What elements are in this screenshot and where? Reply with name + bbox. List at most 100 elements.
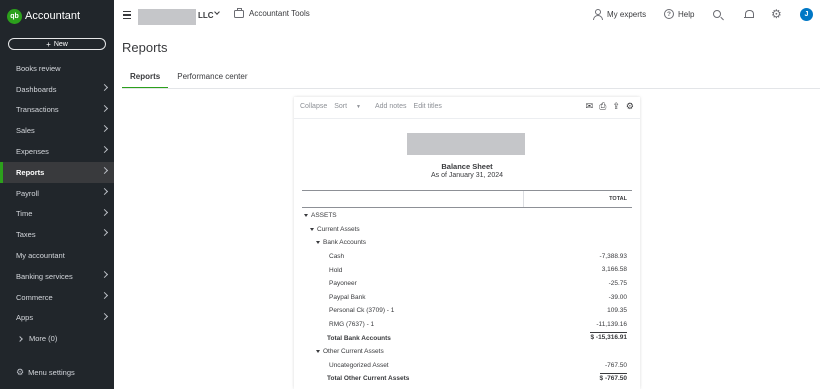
row-label-wrap: Cash (302, 253, 344, 260)
gear-icon[interactable]: ⚙ (771, 8, 782, 20)
sidebar-item-payroll[interactable]: Payroll (0, 183, 114, 204)
row-label: Personal Ck (3709) - 1 (329, 307, 395, 315)
report-row: Current Assets (302, 223, 632, 237)
column-header-total[interactable]: TOTAL (609, 196, 627, 202)
row-label: Hold (329, 266, 343, 274)
row-label: Total Bank Accounts (327, 334, 391, 342)
sort-button[interactable]: Sort ▼ (334, 103, 368, 110)
chevron-right-icon (100, 208, 109, 216)
tabs-divider (122, 88, 820, 89)
report-toolbar: Collapse Sort ▼ Add notes Edit titles (300, 103, 449, 110)
report-row: Personal Ck (3709) - 1 109.35 (302, 304, 632, 318)
row-label-wrap: ASSETS (302, 212, 337, 219)
row-value[interactable]: -25.75 (609, 280, 627, 287)
sidebar-item-my-accountant[interactable]: My accountant (0, 245, 114, 266)
sidebar-item-label: Transactions (16, 105, 59, 115)
sidebar-item-apps[interactable]: Apps (0, 308, 114, 329)
collapse-toggle-icon[interactable] (316, 350, 320, 354)
sidebar-item-books-review[interactable]: Books review (0, 58, 114, 79)
sidebar-item-label: More (0) (29, 334, 58, 344)
menu-settings-button[interactable]: ⚙ Menu settings (16, 367, 75, 378)
row-label-wrap: Payoneer (302, 280, 357, 287)
sidebar-item-expenses[interactable]: Expenses (0, 141, 114, 162)
collapse-button[interactable]: Collapse (300, 103, 327, 110)
row-value[interactable]: 109.35 (607, 307, 627, 314)
left-sidebar: qb Accountant + New Books review Dashboar… (0, 0, 114, 389)
tab-reports[interactable]: Reports (122, 72, 169, 89)
row-label: RMG (7637) - 1 (329, 321, 375, 329)
sidebar-item-time[interactable]: Time (0, 204, 114, 225)
row-label: ASSETS (311, 212, 337, 220)
chevron-right-icon (17, 335, 23, 342)
collapse-toggle-icon[interactable] (316, 241, 320, 245)
sort-label: Sort (334, 103, 348, 110)
report-row: Paypal Bank -39.00 (302, 291, 632, 305)
report-row: Hold 3,166.58 (302, 263, 632, 277)
row-value[interactable]: -39.00 (609, 294, 627, 301)
report-card: Collapse Sort ▼ Add notes Edit titles ✉ … (294, 97, 640, 389)
chevron-right-icon (100, 104, 109, 112)
sidebar-item-label: Reports (16, 167, 45, 177)
sidebar-item-label: Expenses (16, 147, 49, 157)
email-icon[interactable]: ✉ (586, 102, 594, 111)
report-actions: ✉ ⎙ ⇪ ⚙ (580, 102, 634, 111)
sidebar-item-dashboards[interactable]: Dashboards (0, 79, 114, 100)
brand[interactable]: qb Accountant (0, 0, 114, 32)
print-icon[interactable]: ⎙ (599, 102, 606, 111)
sidebar-item-banking-services[interactable]: Banking services (0, 266, 114, 287)
sidebar-item-sales[interactable]: Sales (0, 120, 114, 141)
sidebar-item-label: Books review (16, 63, 61, 73)
sidebar-item-more[interactable]: More (0) (0, 328, 114, 349)
help-button[interactable]: ? Help (664, 9, 694, 19)
accountant-tools-label: Accountant Tools (249, 9, 310, 18)
sidebar-item-label: Taxes (16, 230, 36, 240)
chevron-right-icon (100, 270, 109, 279)
sidebar-item-commerce[interactable]: Commerce (0, 287, 114, 308)
bell-icon[interactable] (744, 9, 754, 20)
gear-icon[interactable]: ⚙ (626, 102, 634, 111)
row-label-wrap: Paypal Bank (302, 294, 366, 301)
chevron-down-icon[interactable] (214, 9, 220, 15)
chevron-right-icon (100, 83, 109, 91)
report-row: Payoneer -25.75 (302, 277, 632, 291)
plus-icon: + (46, 39, 51, 49)
quickbooks-logo-icon: qb (7, 8, 22, 24)
sidebar-item-label: Payroll (16, 188, 39, 198)
sidebar-item-reports[interactable]: Reports (0, 161, 114, 183)
edit-titles-button[interactable]: Edit titles (414, 103, 442, 110)
sidebar-item-label: Sales (16, 126, 35, 136)
row-label-wrap: Total Bank Accounts (302, 335, 391, 342)
search-icon[interactable] (713, 10, 721, 18)
avatar[interactable]: J (800, 8, 813, 21)
chevron-right-icon (100, 312, 109, 320)
briefcase-icon (234, 7, 244, 18)
sidebar-item-label: Dashboards (16, 84, 57, 94)
report-row: Bank Accounts (302, 236, 632, 250)
row-value[interactable]: $ -15,316.91 (590, 332, 627, 341)
row-label-wrap: Current Assets (302, 226, 360, 233)
row-value[interactable]: 3,166.58 (602, 266, 627, 273)
export-icon[interactable]: ⇪ (612, 102, 620, 111)
company-logo-redacted (407, 133, 525, 155)
sidebar-nav: Books review Dashboards Transactions Sales E… (0, 58, 114, 349)
new-button[interactable]: + New (8, 38, 106, 50)
row-value[interactable]: -11,139.16 (596, 321, 627, 328)
sidebar-item-transactions[interactable]: Transactions (0, 100, 114, 121)
accountant-tools-button[interactable]: Accountant Tools (234, 7, 310, 18)
help-label: Help (678, 9, 695, 19)
company-name[interactable]: LLC (198, 11, 214, 20)
company-name-redacted (138, 9, 196, 25)
tab-performance-center[interactable]: Performance center (169, 72, 255, 89)
add-notes-button[interactable]: Add notes (375, 103, 407, 110)
sidebar-item-taxes[interactable]: Taxes (0, 224, 114, 245)
my-experts-label: My experts (607, 9, 647, 19)
menu-settings-label: Menu settings (28, 368, 75, 377)
my-experts-button[interactable]: My experts (593, 9, 647, 20)
row-value[interactable]: -767.50 (605, 362, 627, 369)
collapse-toggle-icon[interactable] (304, 214, 308, 218)
collapse-menu-icon[interactable] (123, 11, 132, 21)
row-value[interactable]: $ -767.50 (599, 373, 627, 382)
row-label: Bank Accounts (323, 239, 366, 247)
collapse-toggle-icon[interactable] (310, 227, 314, 231)
row-value[interactable]: -7,388.93 (600, 253, 627, 260)
